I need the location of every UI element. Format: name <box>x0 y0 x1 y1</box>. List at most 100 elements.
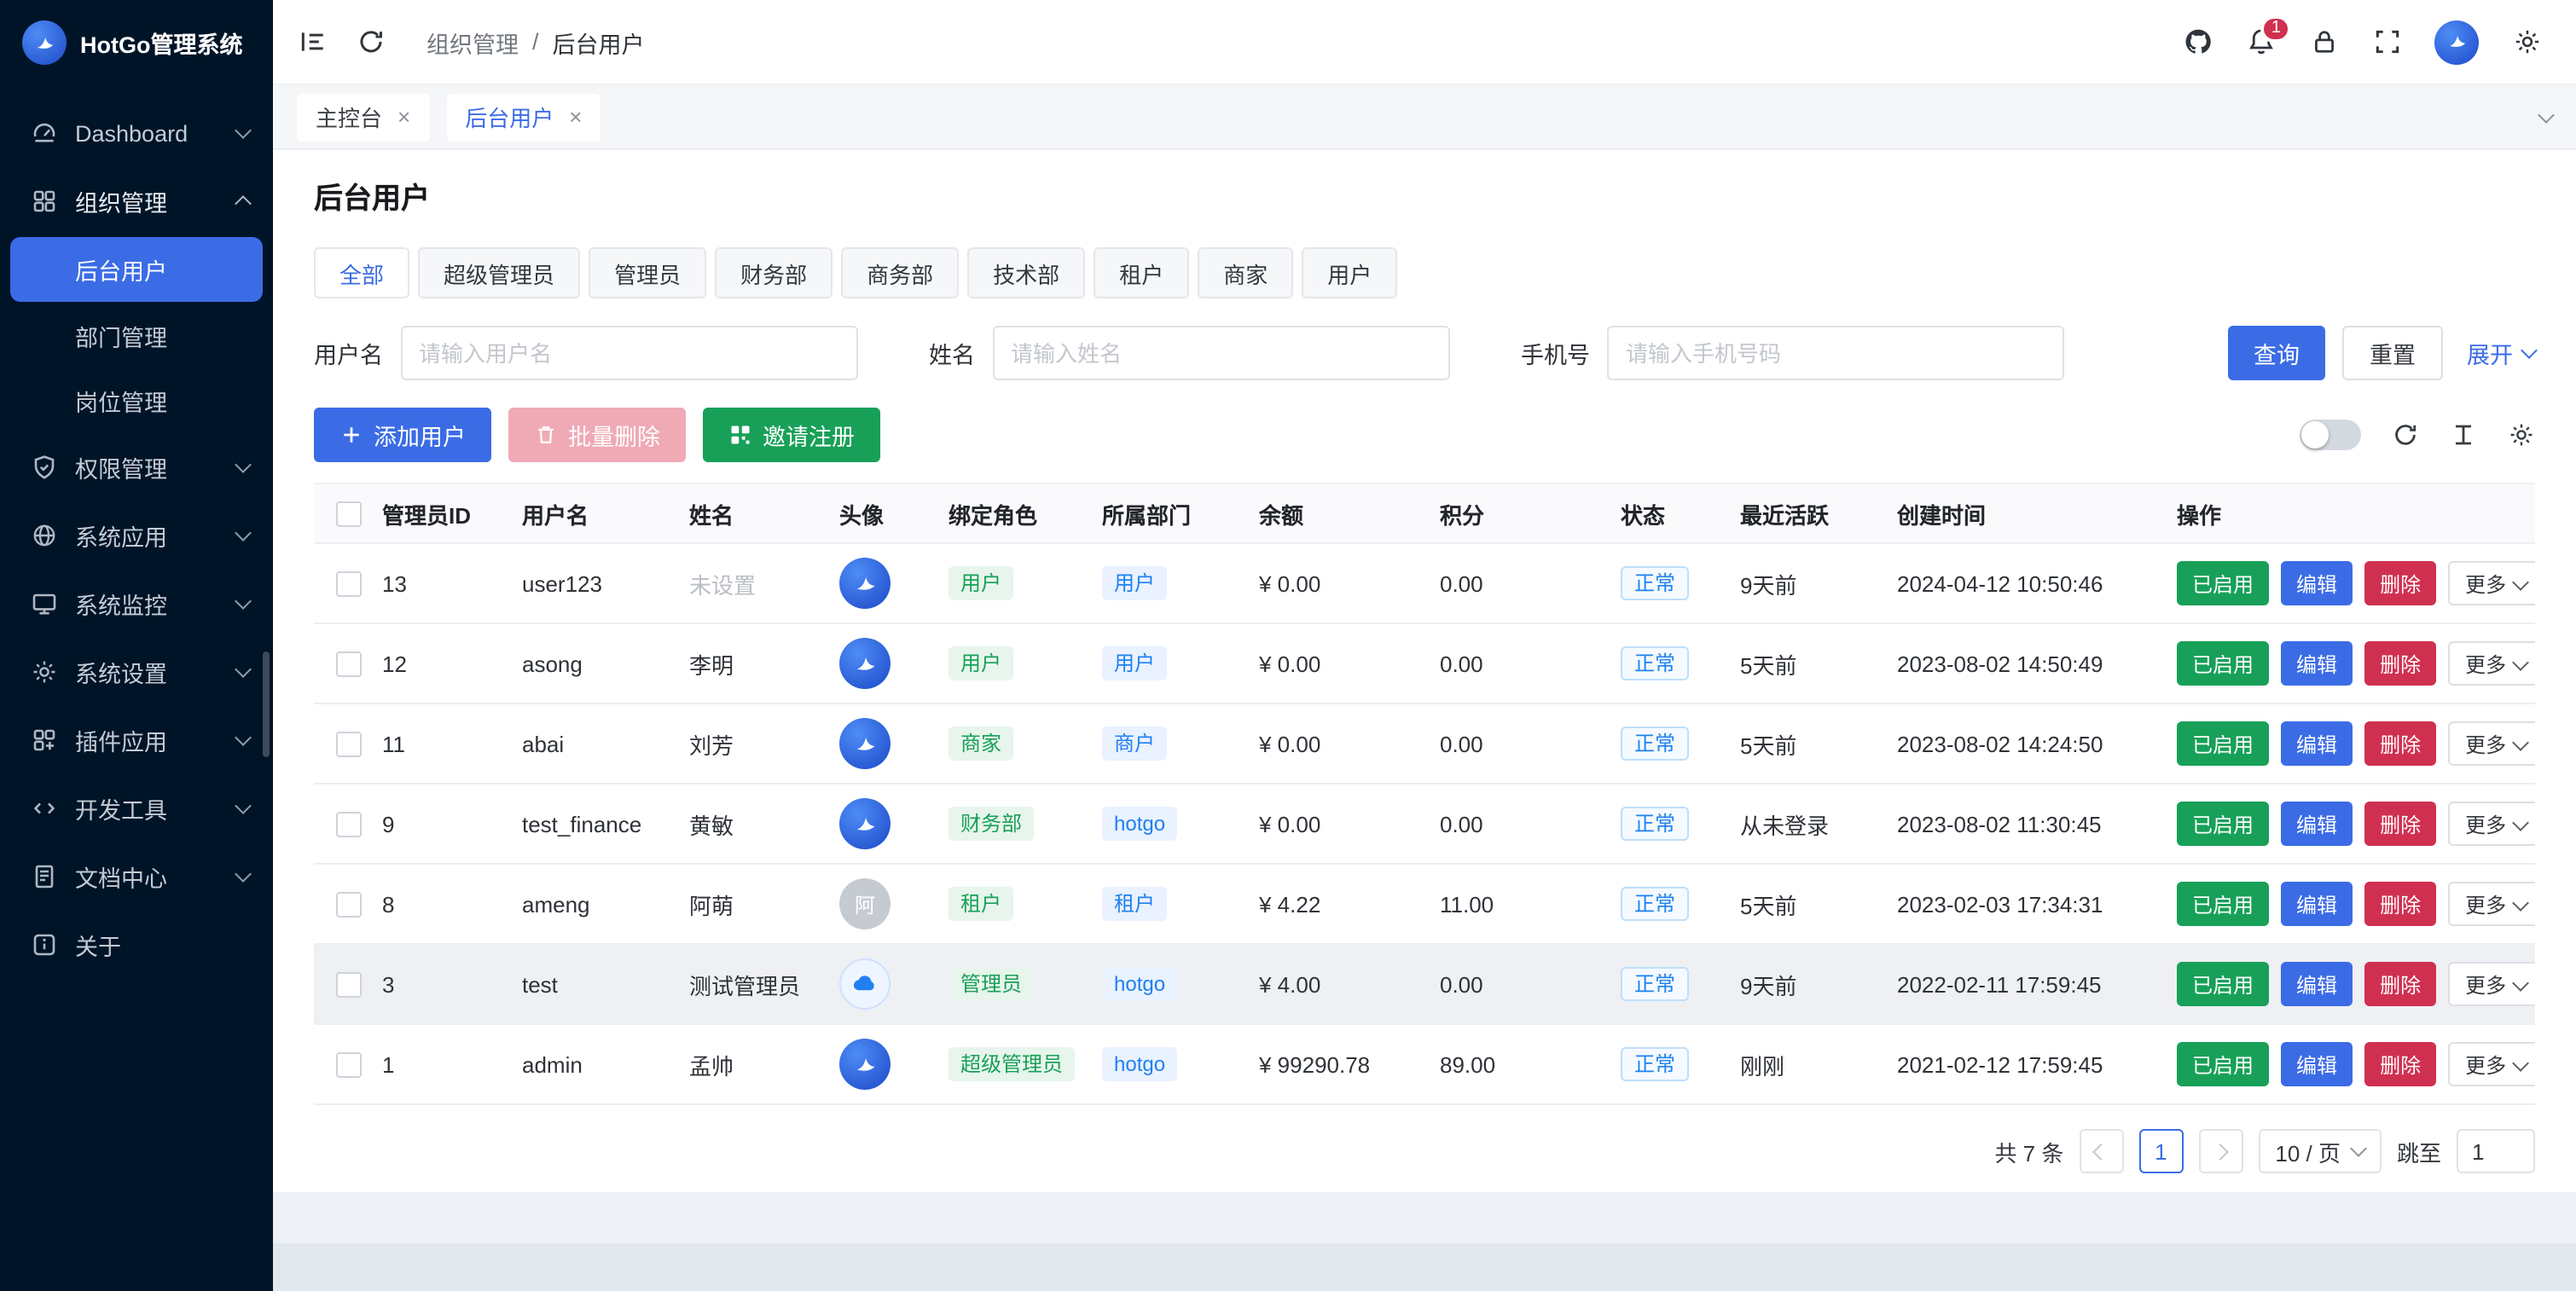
page-size-select[interactable]: 10 / 页 <box>2258 1129 2382 1173</box>
sidebar-logo[interactable]: HotGo管理系统 <box>0 0 273 85</box>
sidebar-item-org[interactable]: 组织管理 <box>0 167 273 235</box>
edit-button[interactable]: 编辑 <box>2281 721 2353 766</box>
settings-gear-icon[interactable] <box>2511 26 2542 57</box>
sidebar-item-about[interactable]: 关于 <box>0 911 273 979</box>
more-button[interactable]: 更多 <box>2448 802 2535 846</box>
row-checkbox[interactable] <box>336 651 362 676</box>
sidebar-item-docs[interactable]: 文档中心 <box>0 842 273 911</box>
delete-button[interactable]: 删除 <box>2364 721 2436 766</box>
role-tab-all[interactable]: 全部 <box>314 247 409 298</box>
tab-backend-users[interactable]: 后台用户 × <box>446 93 600 141</box>
grid-icon <box>31 188 58 215</box>
edit-button[interactable]: 编辑 <box>2281 962 2353 1006</box>
tab-close-icon[interactable]: × <box>569 106 582 128</box>
batch-delete-button[interactable]: 批量删除 <box>508 408 686 462</box>
reload-table-icon[interactable] <box>2390 420 2419 449</box>
edit-button[interactable]: 编辑 <box>2281 1042 2353 1086</box>
jump-to-input[interactable] <box>2457 1129 2535 1173</box>
col-username: 用户名 <box>522 497 689 530</box>
row-checkbox[interactable] <box>336 1051 362 1077</box>
row-height-icon[interactable] <box>2448 420 2477 449</box>
more-button[interactable]: 更多 <box>2448 882 2535 926</box>
phone-filter-input[interactable] <box>1607 326 2064 380</box>
gear-icon <box>31 658 58 686</box>
role-tab-business[interactable]: 商务部 <box>841 247 959 298</box>
role-tab-user[interactable]: 用户 <box>1302 247 1397 298</box>
delete-button[interactable]: 删除 <box>2364 882 2436 926</box>
select-all-checkbox[interactable] <box>336 501 362 526</box>
lock-icon[interactable] <box>2308 26 2339 57</box>
chevron-down-icon <box>2512 974 2529 991</box>
role-tab-admin[interactable]: 管理员 <box>589 247 706 298</box>
more-button[interactable]: 更多 <box>2448 561 2535 605</box>
enabled-button[interactable]: 已启用 <box>2177 882 2269 926</box>
row-checkbox[interactable] <box>336 971 362 997</box>
fullscreen-icon[interactable] <box>2371 26 2402 57</box>
sidebar-item-backend-users[interactable]: 后台用户 <box>10 237 263 302</box>
enabled-button[interactable]: 已启用 <box>2177 802 2269 846</box>
name-filter-input[interactable] <box>992 326 1449 380</box>
sidebar-item-departments[interactable]: 部门管理 <box>0 304 273 368</box>
next-page-button[interactable] <box>2198 1129 2242 1173</box>
tab-dashboard[interactable]: 主控台 × <box>297 93 429 141</box>
enabled-button[interactable]: 已启用 <box>2177 721 2269 766</box>
enabled-button[interactable]: 已启用 <box>2177 641 2269 686</box>
breadcrumb-parent[interactable]: 组织管理 <box>426 25 519 59</box>
tab-close-icon[interactable]: × <box>397 106 410 128</box>
prev-page-button[interactable] <box>2079 1129 2123 1173</box>
role-tab-finance[interactable]: 财务部 <box>715 247 833 298</box>
enabled-button[interactable]: 已启用 <box>2177 1042 2269 1086</box>
column-settings-gear-icon[interactable] <box>2506 420 2535 449</box>
tabs-menu-chevron-icon[interactable] <box>2540 113 2552 120</box>
reset-button[interactable]: 重置 <box>2342 326 2443 380</box>
notifications-bell-icon[interactable]: 1 <box>2245 26 2276 57</box>
github-icon[interactable] <box>2182 26 2213 57</box>
role-tab-tech[interactable]: 技术部 <box>967 247 1085 298</box>
user-avatar[interactable] <box>2434 20 2479 64</box>
sidebar-item-system-settings[interactable]: 系统设置 <box>0 638 273 706</box>
sidebar-item-system-apps[interactable]: 系统应用 <box>0 501 273 570</box>
status-badge: 正常 <box>1621 646 1689 680</box>
add-user-button[interactable]: 添加用户 <box>314 408 491 462</box>
enabled-button[interactable]: 已启用 <box>2177 561 2269 605</box>
expand-filters-link[interactable]: 展开 <box>2467 336 2535 370</box>
sidebar-item-positions[interactable]: 岗位管理 <box>0 368 273 433</box>
current-page-button[interactable]: 1 <box>2138 1129 2183 1173</box>
edit-button[interactable]: 编辑 <box>2281 802 2353 846</box>
top-header: 组织管理 / 后台用户 1 <box>273 0 2576 85</box>
more-button[interactable]: 更多 <box>2448 641 2535 686</box>
sidebar-item-dev-tools[interactable]: 开发工具 <box>0 774 273 842</box>
delete-button[interactable]: 删除 <box>2364 962 2436 1006</box>
sidebar-item-permissions[interactable]: 权限管理 <box>0 433 273 501</box>
refresh-icon[interactable] <box>355 26 386 57</box>
delete-button[interactable]: 删除 <box>2364 1042 2436 1086</box>
status-badge: 正常 <box>1621 1047 1689 1081</box>
row-checkbox[interactable] <box>336 570 362 596</box>
edit-button[interactable]: 编辑 <box>2281 561 2353 605</box>
menu-fold-icon[interactable] <box>297 26 328 57</box>
sidebar-item-plugins[interactable]: 插件应用 <box>0 706 273 774</box>
more-button[interactable]: 更多 <box>2448 1042 2535 1086</box>
more-button[interactable]: 更多 <box>2448 962 2535 1006</box>
edit-button[interactable]: 编辑 <box>2281 641 2353 686</box>
role-tab-super-admin[interactable]: 超级管理员 <box>418 247 580 298</box>
enabled-button[interactable]: 已启用 <box>2177 962 2269 1006</box>
more-button[interactable]: 更多 <box>2448 721 2535 766</box>
delete-button[interactable]: 删除 <box>2364 641 2436 686</box>
sidebar-item-system-monitor[interactable]: 系统监控 <box>0 570 273 638</box>
invite-register-button[interactable]: 邀请注册 <box>703 408 880 462</box>
delete-button[interactable]: 删除 <box>2364 561 2436 605</box>
striped-toggle[interactable] <box>2300 420 2361 450</box>
edit-button[interactable]: 编辑 <box>2281 882 2353 926</box>
row-checkbox[interactable] <box>336 731 362 756</box>
sidebar-item-dashboard[interactable]: Dashboard <box>0 99 273 167</box>
delete-button[interactable]: 删除 <box>2364 802 2436 846</box>
query-button[interactable]: 查询 <box>2228 326 2325 380</box>
role-tab-merchant[interactable]: 商家 <box>1198 247 1293 298</box>
username-filter-input[interactable] <box>400 326 857 380</box>
row-checkbox[interactable] <box>336 891 362 917</box>
breadcrumb-current: 后台用户 <box>553 25 645 59</box>
role-tab-tenant[interactable]: 租户 <box>1094 247 1189 298</box>
sidebar-scrollbar[interactable] <box>263 651 270 757</box>
row-checkbox[interactable] <box>336 811 362 837</box>
